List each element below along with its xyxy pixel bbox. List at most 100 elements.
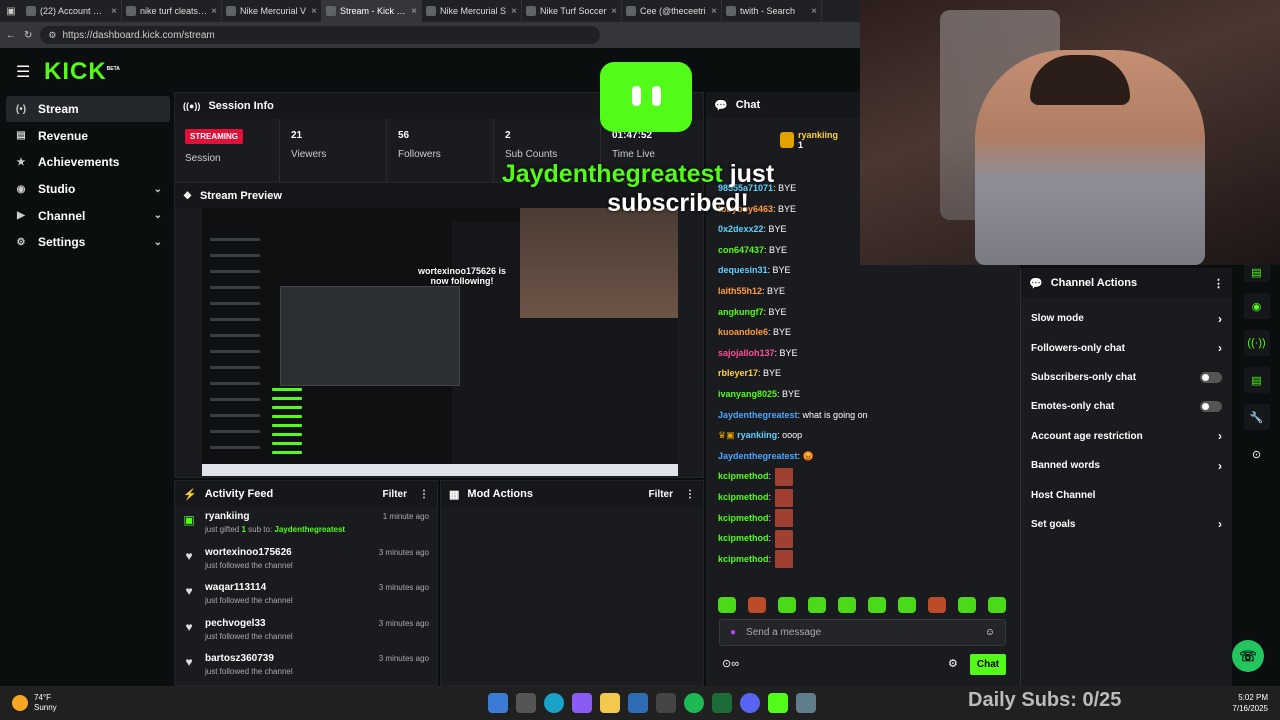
chat-username[interactable]: rbleyer17 [718,368,758,378]
sidebar-item-achievements[interactable]: ★ Achievements [6,149,170,175]
browser-tab[interactable]: Nike Turf Soccer × [522,0,622,22]
browser-tab[interactable]: (22) Account Setti × [22,0,122,22]
chat-username[interactable]: angkungf7 [718,307,764,317]
taskview-icon[interactable] [516,693,536,713]
emoji-icon[interactable]: ☺ [985,627,995,638]
spotify-icon[interactable] [684,693,704,713]
activity-filter-button[interactable]: Filter [383,489,407,500]
chat-username[interactable]: laith55h12 [718,286,762,296]
tab-close-icon[interactable]: × [811,6,817,17]
tab-close-icon[interactable]: × [711,6,717,17]
channel-action-slow-mode[interactable]: Slow mode › [1021,304,1232,333]
browser-tab[interactable]: nike turf cleats so × [122,0,222,22]
channel-actions-more-icon[interactable]: ⋮ [1213,277,1224,290]
mod-filter-button[interactable]: Filter [649,489,673,500]
channel-action-subscribers-only-chat[interactable]: Subscribers-only chat [1021,363,1232,392]
emote-button[interactable] [838,597,856,613]
emote-button[interactable] [898,597,916,613]
browser-tab[interactable]: Cee (@theceetri × [622,0,722,22]
tab-close-icon[interactable]: × [411,6,417,17]
copilot-icon[interactable] [572,693,592,713]
browser-tab[interactable]: Nike Mercurial V × [222,0,322,22]
rail-broadcast-icon[interactable]: ((·)) [1243,330,1270,356]
channel-action-account-age-restriction[interactable]: Account age restriction › [1021,422,1232,451]
channel-action-banned-words[interactable]: Banned words › [1021,451,1232,480]
tab-close-icon[interactable]: × [311,6,317,17]
settings-app-icon[interactable] [796,693,816,713]
emote-button[interactable] [748,597,766,613]
window-icon[interactable]: ▣ [0,6,22,17]
activity-user[interactable]: bartosz360739 [205,653,369,664]
chat-username[interactable]: kcipmethod [718,471,769,481]
emote-button[interactable] [868,597,886,613]
rail-users-icon[interactable]: ⊙ [1244,441,1270,467]
rail-layout-icon[interactable]: ▤ [1243,367,1270,393]
chat-username[interactable]: kuoandole6 [718,327,768,337]
browser-tab[interactable]: Nike Mercurial S × [422,0,522,22]
emote-button[interactable] [988,597,1006,613]
chat-username[interactable]: Jaydenthegreatest [718,410,798,420]
rail-list-icon[interactable]: ▤ [1243,262,1270,282]
chat-username[interactable]: 0x2dexx22 [718,224,764,234]
rail-chat-icon[interactable]: ◉ [1243,293,1270,319]
sidebar-item-revenue[interactable]: ▤ Revenue [6,123,170,149]
app-icon[interactable] [656,693,676,713]
activity-user[interactable]: waqar113114 [205,582,369,593]
chat-username[interactable]: con647437 [718,245,764,255]
kick-app-icon[interactable] [768,693,788,713]
browser-tab[interactable]: twith - Search × [722,0,822,22]
tab-close-icon[interactable]: × [611,6,617,17]
sidebar-item-studio[interactable]: ◉ Studio ⌄ [6,176,170,202]
start-icon[interactable] [488,693,508,713]
url-field[interactable]: ⚙ https://dashboard.kick.com/stream [40,26,601,44]
store-icon[interactable] [628,693,648,713]
toggle-switch[interactable] [1200,401,1222,413]
kick-logo[interactable]: KICKBETA [44,58,120,86]
chat-settings-icon[interactable]: ⚙ [948,657,958,670]
emote-button[interactable] [778,597,796,613]
emote-button[interactable] [958,597,976,613]
emote-button[interactable] [808,597,826,613]
tab-close-icon[interactable]: × [511,6,517,17]
capcut-icon[interactable] [712,693,732,713]
sidebar-item-channel[interactable]: ▶ Channel ⌄ [6,203,170,229]
clock[interactable]: 5:02 PM 7/16/2025 [1232,692,1268,714]
reload-icon[interactable]: ↻ [24,30,32,41]
activity-user[interactable]: wortexinoo175626 [205,547,369,558]
channel-action-followers-only-chat[interactable]: Followers-only chat › [1021,333,1232,362]
channel-action-host-channel[interactable]: Host Channel [1021,480,1232,509]
emote-button[interactable] [928,597,946,613]
activity-more-icon[interactable]: ⋮ [419,489,429,500]
edge-icon[interactable] [544,693,564,713]
chat-username[interactable]: ryankiing [737,430,777,440]
chat-username[interactable]: kcipmethod [718,554,769,564]
channel-action-set-goals[interactable]: Set goals › [1021,510,1232,539]
chat-send-button[interactable]: Chat [970,654,1006,675]
chat-username[interactable]: kcipmethod [718,513,769,523]
sidebar-item-settings[interactable]: ⚙ Settings ⌄ [6,229,170,255]
tab-close-icon[interactable]: × [211,6,217,17]
help-icon[interactable]: ☏ [1232,640,1264,672]
chat-username[interactable]: ivanyang8025 [718,389,777,399]
mic-icon[interactable]: ● [730,627,736,638]
chat-users-icon[interactable]: ⊙∞ [722,657,739,670]
activity-user[interactable]: ryankiing [205,511,373,522]
chat-username[interactable]: kcipmethod [718,492,769,502]
sidebar-item-stream[interactable]: (•) Stream [6,96,170,122]
mod-more-icon[interactable]: ⋮ [685,489,695,500]
rail-wrench-icon[interactable]: 🔧 [1243,404,1270,430]
chat-username[interactable]: Jaydenthegreatest [718,451,798,461]
discord-icon[interactable] [740,693,760,713]
stream-preview-video[interactable]: wortexinoo175626 is now following! [202,208,678,476]
chat-username[interactable]: kcipmethod [718,533,769,543]
chat-input[interactable]: ● Send a message ☺ [719,619,1006,646]
back-icon[interactable]: ← [6,30,16,41]
tab-close-icon[interactable]: × [111,6,117,17]
activity-user[interactable]: pechvogel33 [205,618,369,629]
weather-widget[interactable]: 74°F Sunny [12,693,112,713]
browser-tab[interactable]: Stream - Kick Da × [322,0,422,22]
emote-button[interactable] [718,597,736,613]
menu-icon[interactable]: ☰ [16,62,30,82]
chat-username[interactable]: sajojalloh137 [718,348,775,358]
activity-gift-target[interactable]: Jaydenthegreatest [274,525,345,534]
